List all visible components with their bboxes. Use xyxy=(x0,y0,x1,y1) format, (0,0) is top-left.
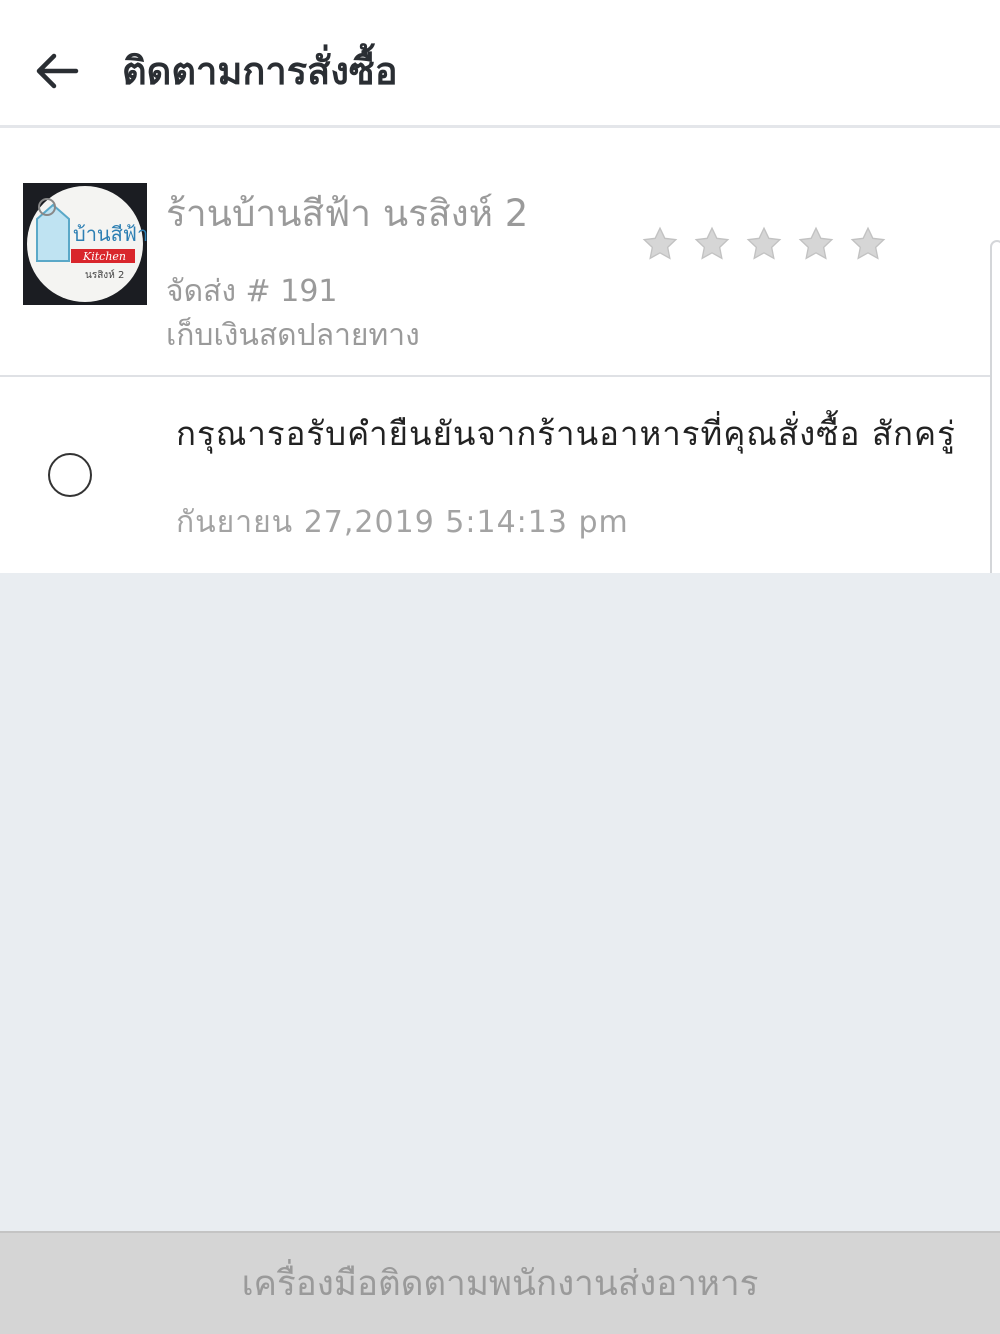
svg-text:Kitchen: Kitchen xyxy=(82,250,126,263)
order-status-item: กรุณารอรับคำยืนยันจากร้านอาหารที่คุณสั่ง… xyxy=(0,377,1000,573)
delivery-number: จัดส่ง # 191 xyxy=(166,274,338,309)
track-driver-label: เครื่องมือติดตามพนักงานส่งอาหาร xyxy=(241,1264,759,1304)
svg-text:บ้านสีฟ้า: บ้านสีฟ้า xyxy=(73,222,147,246)
star-icon[interactable] xyxy=(848,224,888,264)
arrow-left-icon xyxy=(36,53,79,89)
star-icon[interactable] xyxy=(640,224,680,264)
payment-method: เก็บเงินสดปลายทาง xyxy=(166,318,420,353)
status-timestamp: กันยายน 27,2019 5:14:13 pm xyxy=(176,505,629,540)
star-icon[interactable] xyxy=(692,224,732,264)
star-icon[interactable] xyxy=(744,224,784,264)
back-button[interactable] xyxy=(30,44,84,98)
top-app-bar: ติดตามการสั่งซื้อ xyxy=(0,0,1000,128)
page-title: ติดตามการสั่งซื้อ xyxy=(122,49,398,93)
status-message: กรุณารอรับคำยืนยันจากร้านอาหารที่คุณสั่ง… xyxy=(176,414,956,453)
restaurant-logo: บ้านสีฟ้า Kitchen นรสิงห์ 2 xyxy=(23,183,147,305)
store-name: ร้านบ้านสีฟ้า นรสิงห์ 2 xyxy=(166,192,529,235)
empty-content-area xyxy=(0,573,1000,1231)
status-radio-icon xyxy=(48,453,92,497)
star-icon[interactable] xyxy=(796,224,836,264)
restaurant-card: บ้านสีฟ้า Kitchen นรสิงห์ 2 ร้านบ้านสีฟ้… xyxy=(0,128,1000,377)
track-driver-button[interactable]: เครื่องมือติดตามพนักงานส่งอาหาร xyxy=(0,1231,1000,1334)
svg-text:นรสิงห์ 2: นรสิงห์ 2 xyxy=(85,269,124,281)
